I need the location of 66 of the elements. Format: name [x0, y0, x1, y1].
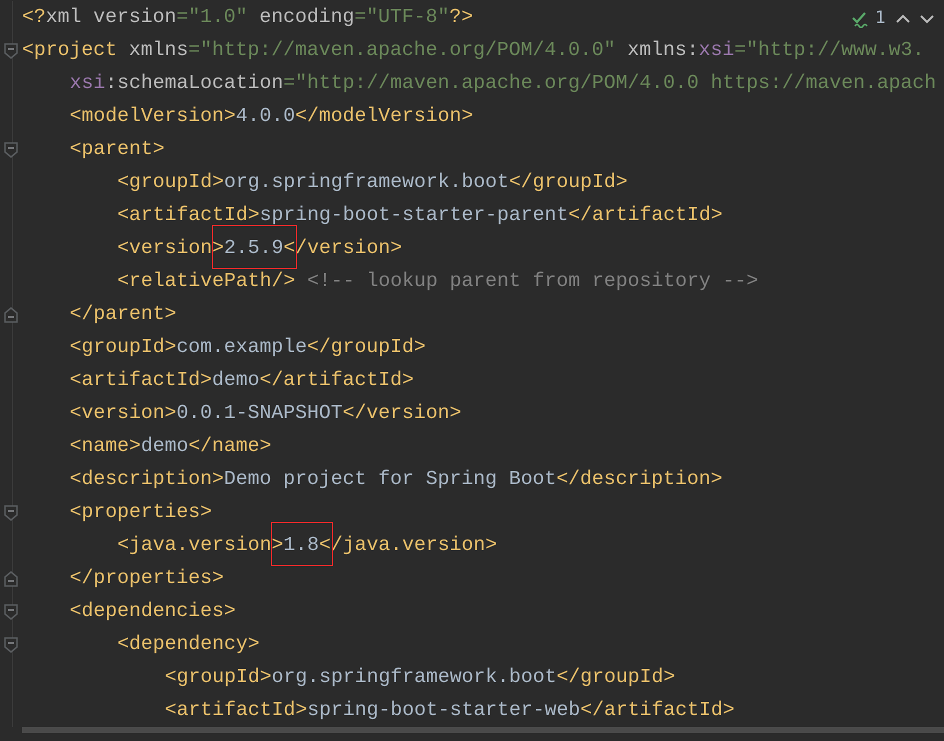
xml-tag: <relativePath/>	[117, 270, 296, 292]
attribute-name: xml version	[46, 6, 176, 28]
attribute-value: ="http://maven.apache.org/POM/4.0.0 https://maven.apach	[283, 72, 936, 94]
fold-icon[interactable]	[4, 504, 18, 520]
element-text: com.example	[176, 336, 308, 358]
xml-tag: <description>	[70, 468, 224, 490]
xml-tag: <?	[22, 6, 46, 28]
xml-tag: <artifactId>	[164, 699, 308, 721]
element-text: Demo project for Spring Boot	[224, 468, 556, 490]
xml-tag: <name>	[70, 435, 141, 457]
xml-tag: <dependencies>	[70, 600, 236, 622]
xml-tag: </version>	[342, 402, 462, 424]
xml-tag: </artifactId>	[580, 699, 735, 721]
xml-tag: <version>	[70, 402, 176, 424]
namespace-prefix: xsi	[698, 39, 734, 61]
xml-tag: </groupId>	[307, 336, 426, 358]
code-comment: <!-- lookup parent from repository -->	[306, 270, 758, 292]
namespace-prefix: xsi	[70, 72, 106, 94]
attribute-name: xmlns:	[626, 39, 699, 61]
xml-tag: </parent>	[70, 303, 176, 325]
attribute-name: encoding	[258, 6, 354, 28]
inspection-count: 1	[875, 7, 886, 30]
element-text: org.springframework.boot	[272, 666, 557, 688]
xml-tag: </name>	[188, 435, 272, 457]
xml-tag: </groupId>	[508, 171, 628, 193]
attribute-name: xmlns	[128, 39, 188, 61]
xml-tag: <parent>	[70, 138, 165, 160]
attribute-value: ="UTF-8"	[354, 6, 450, 28]
xml-tag: <properties>	[70, 501, 212, 523]
element-text: 1.8	[283, 534, 320, 556]
fold-icon[interactable]	[4, 142, 18, 158]
xml-tag: </properties>	[70, 567, 224, 589]
element-text: demo	[140, 435, 188, 457]
element-text: demo	[212, 369, 260, 391]
fold-icon[interactable]	[4, 306, 18, 322]
chevron-up-icon[interactable]	[896, 14, 910, 24]
fold-icon[interactable]	[4, 636, 18, 652]
xml-tag: <artifactId>	[70, 369, 212, 391]
fold-icon[interactable]	[4, 570, 18, 586]
xml-tag: <modelVersion>	[70, 105, 236, 127]
xml-tag: ?>	[449, 6, 474, 28]
xml-tag: </artifactId>	[260, 369, 414, 391]
element-text: 2.5.9	[224, 237, 284, 259]
xml-tag: </artifactId>	[568, 204, 723, 226]
chevron-down-icon[interactable]	[920, 14, 934, 24]
fold-icon[interactable]	[4, 604, 18, 620]
horizontal-scrollbar[interactable]	[22, 727, 944, 733]
element-text: org.springframework.boot	[224, 171, 509, 193]
attribute-value: ="http://maven.apache.org/POM/4.0.0"	[188, 39, 616, 61]
element-text: spring-boot-starter-parent	[260, 204, 568, 226]
attribute-value: ="http://www.w3.	[734, 39, 924, 61]
fold-icon[interactable]	[4, 42, 18, 58]
xml-tag: </modelVersion>	[295, 105, 474, 127]
attribute-name: :schemaLocation	[105, 72, 284, 94]
xml-tag: <dependency>	[117, 633, 260, 655]
xml-tag: </description>	[556, 468, 723, 490]
xml-tag: <groupId>	[164, 666, 272, 688]
xml-tag: <project	[22, 39, 117, 61]
xml-tag: </groupId>	[556, 666, 676, 688]
attribute-value: ="1.0"	[176, 6, 248, 28]
xml-tag: <groupId>	[70, 336, 176, 358]
xml-tag: <artifactId>	[117, 204, 260, 226]
xml-tag: <groupId>	[117, 171, 224, 193]
element-text: 0.0.1-SNAPSHOT	[176, 402, 343, 424]
element-text: 4.0.0	[236, 105, 296, 127]
element-text: spring-boot-starter-web	[307, 699, 580, 721]
